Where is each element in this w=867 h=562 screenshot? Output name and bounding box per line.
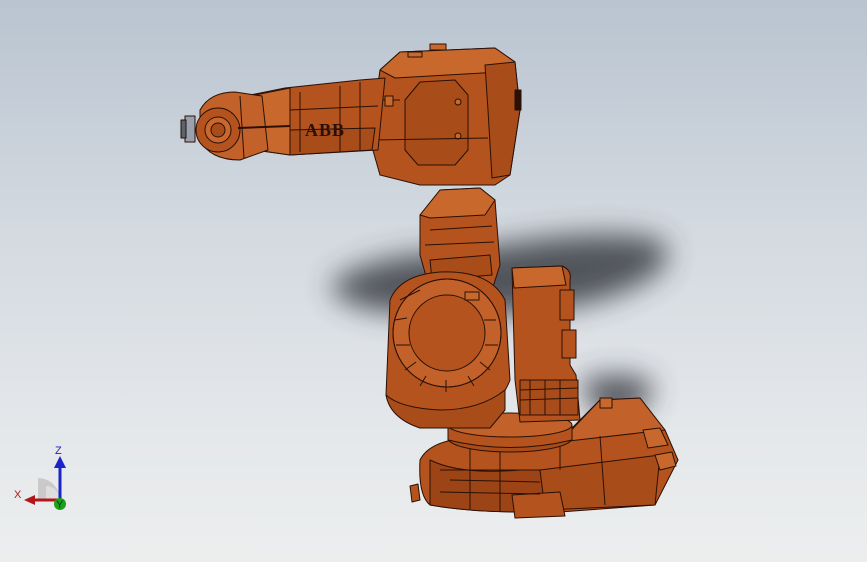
graphics-viewport[interactable]: ABB Z X Y	[0, 0, 867, 562]
x-axis-label: X	[14, 489, 22, 501]
robot-counterweight[interactable]	[511, 265, 581, 423]
y-axis-label: Y	[56, 499, 64, 511]
robot-shoulder-joint[interactable]	[385, 271, 511, 429]
z-axis-label: Z	[55, 445, 62, 457]
robot-forearm[interactable]: ABB	[249, 77, 386, 156]
orientation-triad[interactable]: Z X Y	[10, 440, 80, 515]
abb-logo-text: ABB	[305, 120, 345, 140]
robot-elbow-housing[interactable]	[369, 43, 522, 186]
robot-model-view[interactable]: ABB	[0, 0, 867, 562]
